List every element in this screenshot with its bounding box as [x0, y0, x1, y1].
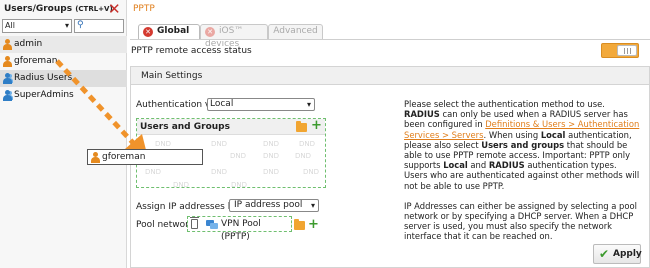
dragged-user[interactable]: gforeman — [87, 149, 203, 165]
user-icon — [91, 152, 100, 163]
dragged-user-label: gforeman — [102, 152, 146, 162]
drag-arrow — [55, 59, 148, 158]
drag-arrow-line — [55, 59, 138, 148]
